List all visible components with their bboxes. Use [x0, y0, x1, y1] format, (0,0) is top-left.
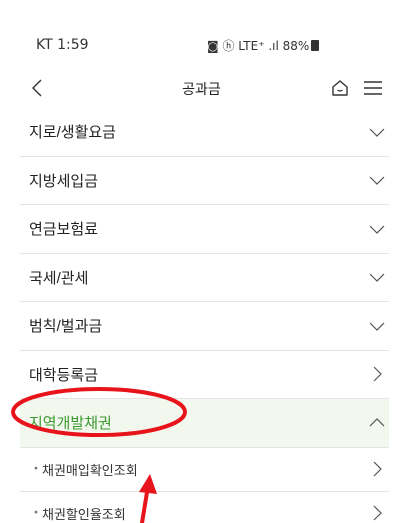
bill-category-list: 지로/생활요금 지방세입금 연금보험료 국세/관세 범칙/벌과금 대학등록금 지… [20, 108, 389, 523]
battery-icon [311, 40, 320, 51]
chevron-down-icon [369, 128, 385, 137]
status-indicators-text: ◙ ⓗ LTE⁺ .ıl 88% [207, 39, 310, 53]
menu-item-label: 지방세입금 [29, 172, 99, 190]
menu-item-local-tax[interactable]: 지방세입금 [20, 157, 389, 205]
status-bar: KT 1:59 ◙ ⓗ LTE⁺ .ıl 88% [0, 0, 403, 70]
chevron-left-icon [32, 79, 42, 97]
menu-item-label: 국세/관세 [29, 269, 89, 287]
bullet-icon: • [33, 507, 39, 519]
submenu-item-bond-discount-rate[interactable]: • 채권할인율조회 [20, 492, 389, 523]
status-indicators: ◙ ⓗ LTE⁺ .ıl 88% [207, 37, 320, 54]
chevron-down-icon [369, 176, 385, 186]
menu-button[interactable] [360, 74, 386, 102]
chevron-down-icon [369, 273, 385, 283]
menu-item-label: 지역개발채권 [29, 415, 112, 433]
menu-item-pension[interactable]: 연금보험료 [20, 205, 389, 254]
home-icon [332, 80, 348, 96]
bullet-icon: • [33, 463, 39, 475]
chevron-right-icon [373, 366, 382, 382]
status-time: KT 1:59 [36, 37, 89, 53]
submenu-item-bond-purchase-check[interactable]: • 채권매입확인조회 [20, 448, 389, 492]
chevron-down-icon [369, 322, 385, 331]
header: 공과금 [0, 70, 403, 108]
chevron-right-icon [373, 461, 382, 477]
menu-item-regional-bond[interactable]: 지역개발채권 [20, 399, 389, 448]
menu-item-tuition[interactable]: 대학등록금 [20, 351, 389, 399]
menu-item-label: 지로/생활요금 [29, 124, 116, 142]
menu-item-label: 범칙/벌과금 [29, 318, 103, 336]
menu-item-fines[interactable]: 범칙/벌과금 [20, 302, 389, 351]
chevron-down-icon [369, 225, 385, 234]
chevron-up-icon [369, 417, 385, 427]
menu-item-national-tax[interactable]: 국세/관세 [20, 254, 389, 302]
chevron-right-icon [373, 505, 382, 521]
home-button[interactable] [328, 74, 352, 102]
menu-item-giro[interactable]: 지로/생활요금 [20, 108, 389, 157]
menu-item-label: 연금보험료 [29, 221, 99, 239]
hamburger-menu-icon [364, 81, 382, 95]
menu-item-label: 대학등록금 [29, 366, 99, 384]
back-button[interactable] [30, 70, 54, 106]
